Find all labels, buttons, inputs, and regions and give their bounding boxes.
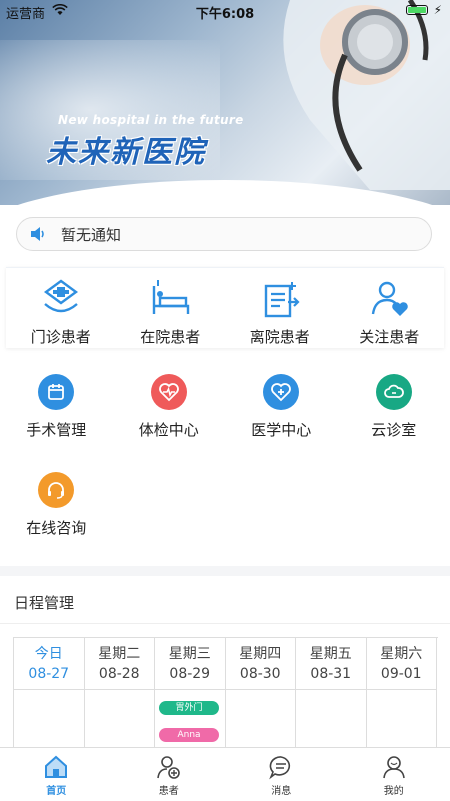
home-icon — [43, 754, 69, 780]
date-label: 09-01 — [381, 664, 422, 684]
speaker-icon — [29, 225, 47, 243]
surgery-calendar-icon — [38, 374, 74, 410]
menu-label: 手术管理 — [26, 419, 86, 440]
menu-label: 云诊室 — [371, 419, 416, 440]
tab-label: 首页 — [46, 782, 66, 797]
menu-label: 离院患者 — [250, 326, 310, 347]
day-cell[interactable] — [367, 690, 438, 750]
medical-heart-icon — [263, 374, 299, 410]
schedule-calendar: 今日08-27 星期二08-28 星期三08-29 星期四08-30 星期五08… — [13, 637, 438, 750]
profile-icon — [381, 754, 407, 780]
tab-patient[interactable]: 患者 — [113, 748, 226, 801]
hospital-banner[interactable]: New hospital in the future 未来新医院 — [0, 0, 450, 205]
day-cell[interactable] — [14, 690, 85, 750]
calendar-body: 胃外门 Anna — [14, 690, 438, 750]
menu-medical-center[interactable]: 医学中心 — [225, 370, 338, 468]
weekday-label: 星期六 — [380, 644, 422, 664]
banner-title-en: New hospital in the future — [58, 113, 244, 127]
menu-label: 门诊患者 — [31, 326, 91, 347]
tab-message[interactable]: 消息 — [225, 748, 338, 801]
menu-inpatient[interactable]: 在院患者 — [116, 268, 226, 348]
headset-icon — [38, 472, 74, 508]
cloud-clinic-icon — [376, 374, 412, 410]
patient-menu: 门诊患者 在院患者 离院患者 — [6, 267, 444, 348]
weekday-label: 星期二 — [98, 644, 140, 664]
schedule-divider — [0, 623, 450, 624]
tab-label: 患者 — [159, 782, 179, 797]
tab-mine[interactable]: 我的 — [338, 748, 450, 801]
menu-checkup[interactable]: 体检中心 — [113, 370, 226, 468]
calendar-header: 今日08-27 星期二08-28 星期三08-29 星期四08-30 星期五08… — [14, 638, 438, 690]
day-column[interactable]: 星期四08-30 — [226, 638, 297, 690]
stethoscope-image — [250, 0, 450, 190]
date-label: 08-31 — [310, 664, 351, 684]
main-content: 暂无通知 门诊患者 在院患者 — [0, 205, 450, 747]
weekday-label: 星期四 — [239, 644, 281, 664]
day-cell[interactable]: 胃外门 Anna — [155, 690, 226, 750]
tab-label: 我的 — [384, 782, 404, 797]
notice-text: 暂无通知 — [61, 224, 121, 245]
heartbeat-icon — [151, 374, 187, 410]
day-column[interactable]: 星期五08-31 — [296, 638, 367, 690]
schedule-event[interactable]: Anna — [159, 728, 219, 742]
day-column-today[interactable]: 今日08-27 — [14, 638, 85, 690]
menu-discharged[interactable]: 离院患者 — [225, 268, 335, 348]
status-time: 下午6:08 — [0, 3, 450, 22]
patient-icon — [156, 754, 182, 780]
inpatient-bed-icon — [148, 278, 192, 320]
notice-bar[interactable]: 暂无通知 — [16, 217, 432, 251]
service-menu: 手术管理 体检中心 医学中心 云诊室 — [0, 370, 450, 566]
date-label: 08-30 — [240, 664, 281, 684]
menu-label: 在线咨询 — [26, 517, 86, 538]
day-cell[interactable] — [85, 690, 156, 750]
menu-label: 关注患者 — [359, 326, 419, 347]
day-column[interactable]: 星期二08-28 — [85, 638, 156, 690]
banner-title-cn: 未来新医院 — [46, 127, 206, 171]
tab-label: 消息 — [271, 782, 291, 797]
discharged-icon — [258, 278, 302, 320]
schedule-event[interactable]: 胃外门 — [159, 701, 219, 715]
menu-label: 医学中心 — [251, 419, 311, 440]
battery-icon — [406, 5, 428, 15]
outpatient-icon — [39, 278, 83, 320]
date-label: 08-28 — [99, 664, 140, 684]
menu-cloud-clinic[interactable]: 云诊室 — [338, 370, 450, 468]
day-cell[interactable] — [296, 690, 367, 750]
menu-online-consult[interactable]: 在线咨询 — [0, 468, 113, 566]
weekday-label: 今日 — [35, 644, 63, 664]
weekday-label: 星期三 — [169, 644, 211, 664]
day-cell[interactable] — [226, 690, 297, 750]
menu-surgery[interactable]: 手术管理 — [0, 370, 113, 468]
charging-icon: ⚡ — [434, 3, 442, 17]
menu-label: 在院患者 — [140, 326, 200, 347]
menu-followed[interactable]: 关注患者 — [335, 268, 445, 348]
weekday-label: 星期五 — [310, 644, 352, 664]
message-icon — [268, 754, 294, 780]
status-bar: 运营商 下午6:08 ⚡ — [0, 0, 450, 22]
tab-bar: 首页 患者 消息 我的 — [0, 747, 450, 801]
tab-home[interactable]: 首页 — [0, 748, 113, 801]
menu-outpatient[interactable]: 门诊患者 — [6, 268, 116, 348]
date-label: 08-27 — [28, 664, 69, 684]
menu-label: 体检中心 — [139, 419, 199, 440]
followed-patient-icon — [367, 278, 411, 320]
day-column[interactable]: 星期三08-29 — [155, 638, 226, 690]
schedule-title: 日程管理 — [14, 592, 74, 613]
section-divider — [0, 566, 450, 576]
date-label: 08-29 — [169, 664, 210, 684]
day-column[interactable]: 星期六09-01 — [367, 638, 438, 690]
